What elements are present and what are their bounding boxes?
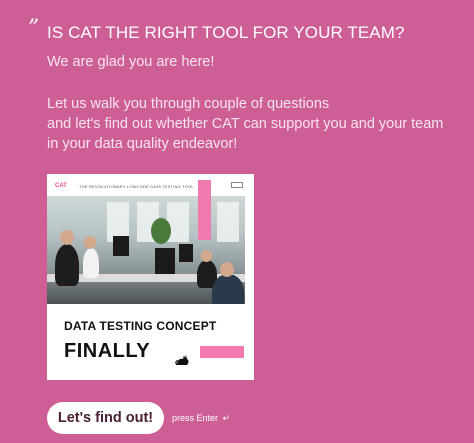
- press-enter-hint: press Enter ↵: [172, 413, 230, 424]
- description-line: Let us walk you through couple of questi…: [47, 96, 330, 112]
- promo-tagline: THE REVOLUTIONARY LOWCODE DATA TESTING T…: [79, 184, 194, 189]
- promo-badge: [231, 182, 243, 188]
- description-line: and let's find out whether CAT can suppo…: [47, 116, 444, 132]
- quote-mark-icon: ”: [28, 16, 40, 41]
- question-subtitle: We are glad you are here!: [47, 54, 215, 70]
- press-enter-label: press Enter: [172, 413, 219, 423]
- promo-brand: CAT: [55, 183, 67, 189]
- cat-silhouette-icon: [175, 352, 193, 370]
- promo-headline: DATA TESTING CONCEPT: [64, 319, 217, 333]
- question-description: Let us walk you through couple of questi…: [47, 94, 467, 154]
- accent-bar: [198, 180, 211, 240]
- description-line: in your data quality endeavor!: [47, 136, 238, 152]
- question-title: IS CAT THE RIGHT TOOL FOR YOUR TEAM?: [47, 23, 405, 42]
- promo-image: CAT THE REVOLUTIONARY LOWCODE DATA TESTI…: [47, 174, 254, 380]
- lets-find-out-button[interactable]: Let's find out!: [47, 402, 164, 434]
- accent-strip: [200, 346, 244, 358]
- office-photo: [47, 196, 245, 304]
- enter-key-icon: ↵: [222, 413, 231, 423]
- promo-headline-finally: FINALLY: [64, 340, 151, 362]
